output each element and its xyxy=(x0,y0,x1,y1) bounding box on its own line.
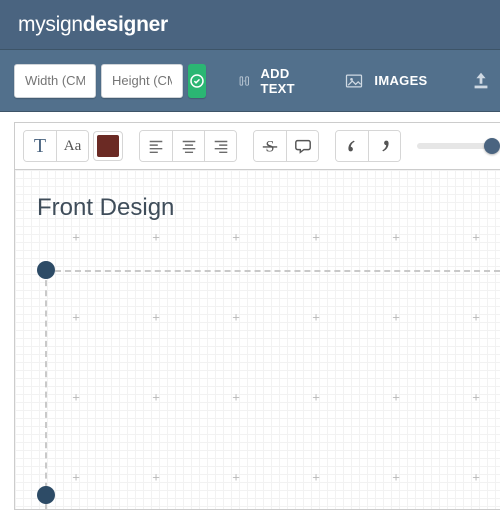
font-t-icon: T xyxy=(34,135,46,158)
grid-marker: + xyxy=(392,390,400,405)
check-circle-icon xyxy=(188,72,206,90)
font-aa-icon: Aa xyxy=(64,138,82,155)
font-family-button[interactable]: T xyxy=(24,131,56,161)
align-right-icon xyxy=(212,137,230,155)
upload-icon xyxy=(470,70,492,92)
grid-marker: + xyxy=(392,310,400,325)
anchor-handle[interactable] xyxy=(37,261,55,279)
grid-marker: + xyxy=(152,470,160,485)
slider-thumb[interactable] xyxy=(484,138,500,154)
grid-marker: + xyxy=(72,310,80,325)
grid-marker: + xyxy=(232,390,240,405)
confirm-size-button[interactable] xyxy=(188,64,206,98)
image-icon xyxy=(344,71,364,91)
align-center-button[interactable] xyxy=(172,131,204,161)
open-quote-icon xyxy=(343,137,361,155)
anchor-handle[interactable] xyxy=(37,486,55,504)
grid-marker: + xyxy=(152,310,160,325)
color-swatch-icon xyxy=(97,135,119,157)
close-quote-icon xyxy=(376,137,394,155)
svg-text:S: S xyxy=(266,137,275,155)
grid-marker: + xyxy=(472,230,480,245)
align-left-icon xyxy=(147,137,165,155)
canvas-title: Front Design xyxy=(37,194,174,222)
strikethrough-button[interactable]: S xyxy=(254,131,286,161)
action-bar: ADD TEXT IMAGES xyxy=(0,50,500,112)
align-group xyxy=(139,130,237,162)
grid-marker: + xyxy=(392,230,400,245)
grid-marker: + xyxy=(152,230,160,245)
opacity-slider[interactable] xyxy=(417,143,492,149)
grid-marker: + xyxy=(472,470,480,485)
strikethrough-icon: S xyxy=(261,137,279,155)
top-bar: mysigndesigner xyxy=(0,0,500,50)
align-center-icon xyxy=(180,137,198,155)
slider-track xyxy=(417,143,492,149)
font-group: T Aa xyxy=(23,130,89,162)
open-quote-button[interactable] xyxy=(336,131,368,161)
grid-marker: + xyxy=(312,230,320,245)
grid-marker: + xyxy=(232,470,240,485)
grid-marker: + xyxy=(152,390,160,405)
quote-button[interactable] xyxy=(286,131,318,161)
close-quote-button[interactable] xyxy=(368,131,400,161)
brand-part1: mysign xyxy=(18,13,83,36)
grid-marker: + xyxy=(312,310,320,325)
guide-vertical[interactable] xyxy=(45,270,47,509)
align-right-button[interactable] xyxy=(204,131,236,161)
quote-pair-group xyxy=(335,130,401,162)
brand-logo: mysigndesigner xyxy=(18,13,168,37)
design-canvas[interactable]: Front Design + + + + + + + + + + + + + +… xyxy=(14,170,500,510)
grid-marker: + xyxy=(392,470,400,485)
grid-marker: + xyxy=(472,310,480,325)
text-color-button[interactable] xyxy=(93,131,123,161)
align-left-button[interactable] xyxy=(140,131,172,161)
font-size-button[interactable]: Aa xyxy=(56,131,88,161)
images-button[interactable]: IMAGES xyxy=(334,50,437,112)
width-input[interactable] xyxy=(14,64,96,98)
grid-marker: + xyxy=(72,470,80,485)
add-text-label: ADD TEXT xyxy=(260,66,302,96)
text-style-group: S xyxy=(253,130,319,162)
images-label: IMAGES xyxy=(374,73,427,88)
text-column-icon xyxy=(238,71,250,91)
grid-marker: + xyxy=(72,230,80,245)
grid-marker: + xyxy=(232,310,240,325)
grid-marker: + xyxy=(72,390,80,405)
grid-marker: + xyxy=(312,470,320,485)
editor-toolbar: T Aa xyxy=(14,122,500,170)
upload-button[interactable] xyxy=(460,50,492,112)
height-input[interactable] xyxy=(101,64,183,98)
add-text-button[interactable]: ADD TEXT xyxy=(228,50,312,112)
brand-part2: designer xyxy=(83,13,168,36)
guide-horizontal[interactable] xyxy=(45,270,500,272)
speech-bubble-icon xyxy=(294,137,312,155)
grid-marker: + xyxy=(232,230,240,245)
grid-marker: + xyxy=(312,390,320,405)
grid-marker: + xyxy=(472,390,480,405)
